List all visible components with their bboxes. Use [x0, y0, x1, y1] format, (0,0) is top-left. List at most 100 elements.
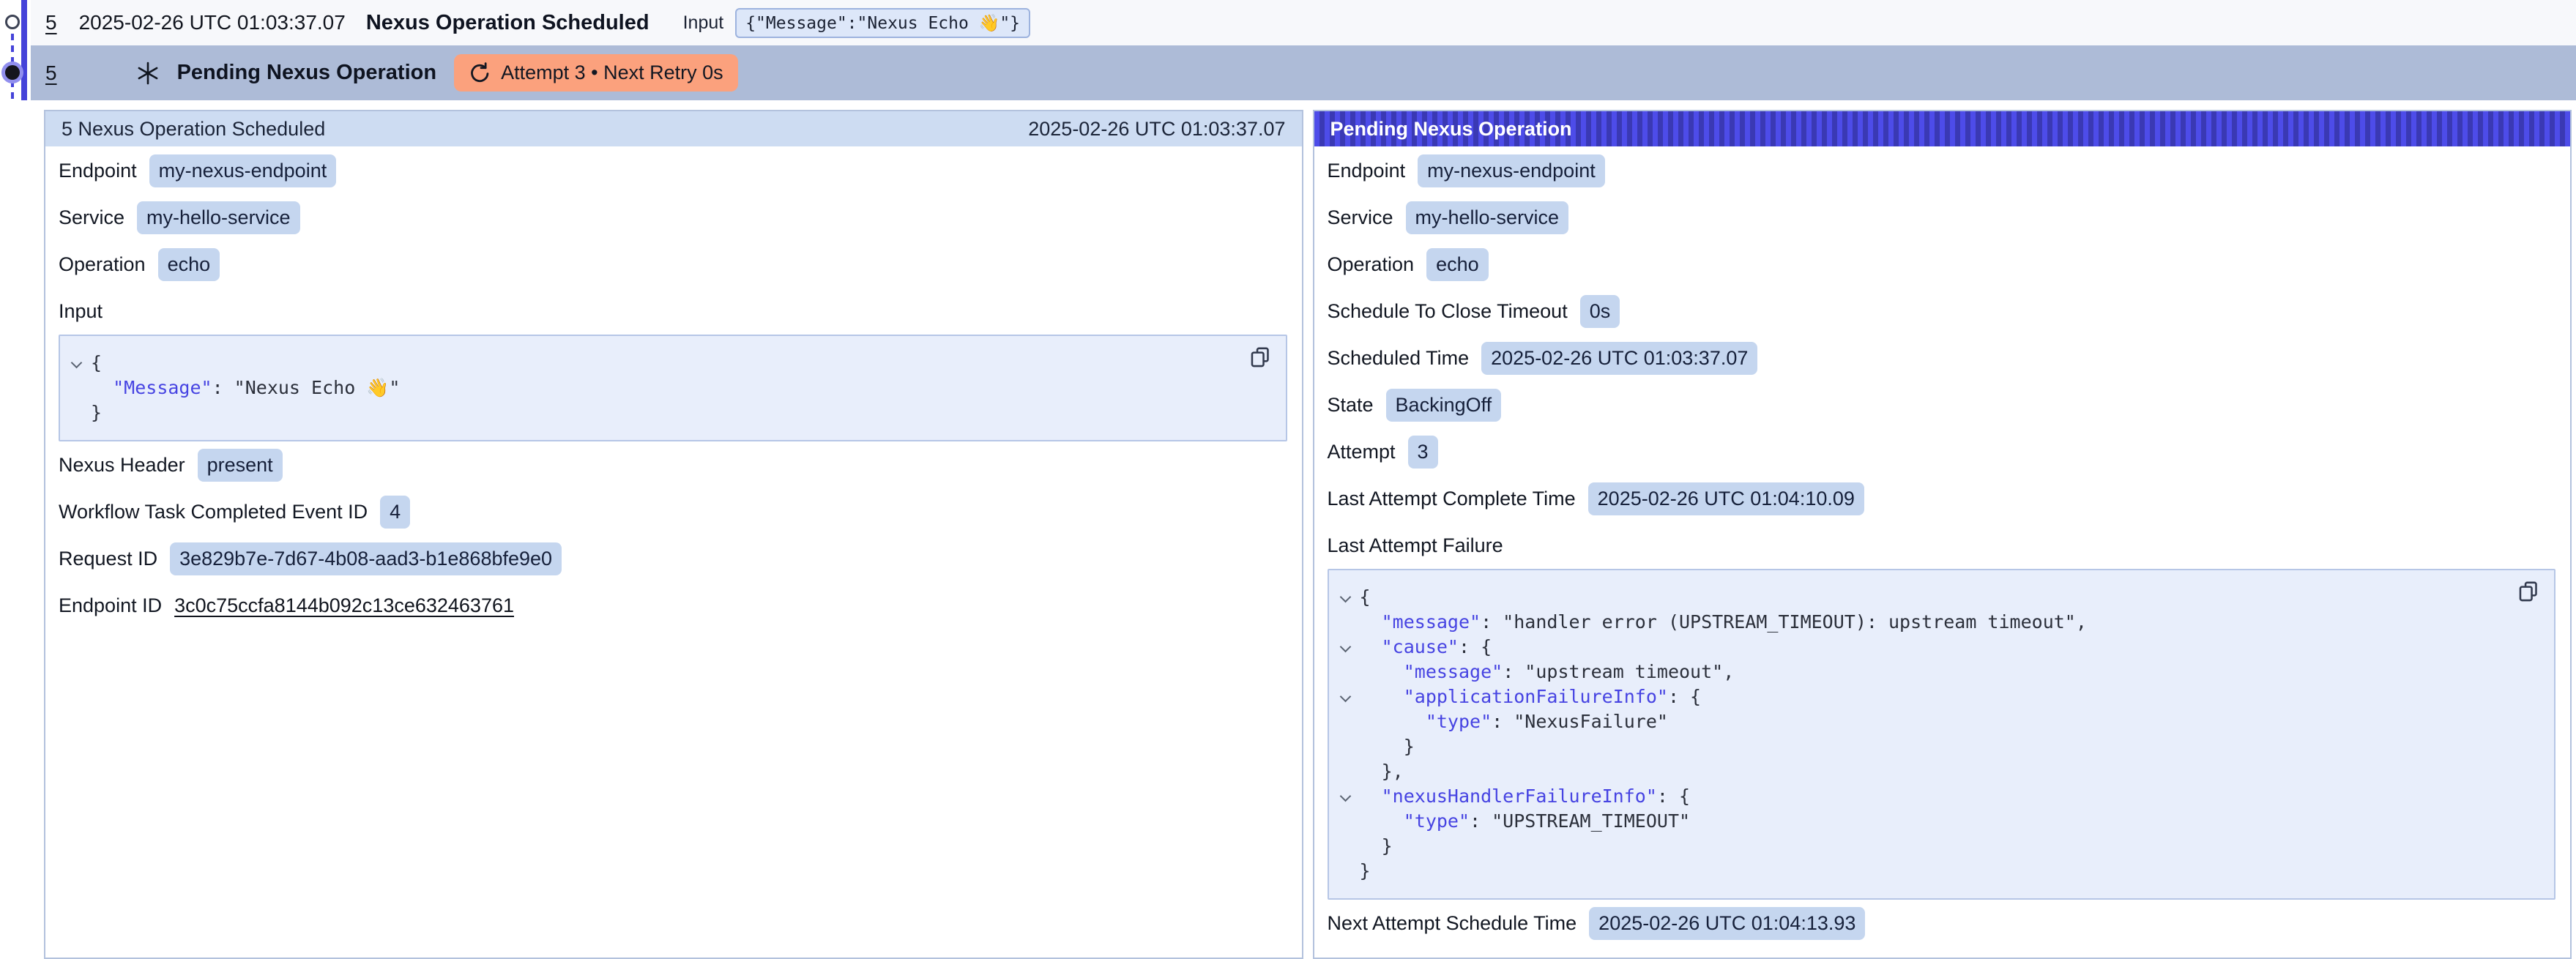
value-badge: 2025-02-26 UTC 01:03:37.07 — [1481, 342, 1757, 375]
event-id-link[interactable]: 5 — [45, 11, 57, 34]
code-text: "type": "NexusFailure" — [1360, 709, 1668, 734]
code-text: } — [1360, 734, 1415, 759]
code-gutter — [67, 376, 91, 400]
value-badge: 2025-02-26 UTC 01:04:13.93 — [1589, 907, 1865, 940]
retry-badge-label: Attempt 3 • Next Retry 0s — [501, 61, 723, 84]
code-gutter — [67, 351, 91, 376]
detail-row-state: StateBackingOff — [1328, 381, 2556, 428]
detail-row-endpoint: Endpoint my-nexus-endpoint — [1328, 147, 2556, 194]
detail-label: Input — [59, 300, 103, 323]
chevron-down-icon[interactable] — [1339, 592, 1351, 603]
detail-row-service: Service my-hello-service — [59, 194, 1287, 241]
detail-label: Schedule To Close Timeout — [1328, 300, 1568, 323]
detail-label: Last Attempt Complete Time — [1328, 488, 1576, 510]
detail-row-next-attempt-schedule-time: Next Attempt Schedule Time2025-02-26 UTC… — [1328, 900, 2556, 947]
detail-panels: 5 Nexus Operation Scheduled 2025-02-26 U… — [44, 110, 2572, 959]
code-text: "cause": { — [1360, 635, 1492, 660]
pending-operation-panel-header: Pending Nexus Operation — [1314, 111, 2571, 146]
code-gutter — [1336, 684, 1360, 709]
retry-icon — [469, 62, 491, 84]
copy-icon — [2517, 579, 2542, 604]
code-line: "cause": { — [1336, 635, 2508, 660]
code-line: } — [1336, 734, 2508, 759]
panel-timestamp: 2025-02-26 UTC 01:03:37.07 — [1028, 118, 1285, 141]
event-name: Nexus Operation Scheduled — [366, 11, 649, 35]
detail-label: Endpoint — [1328, 160, 1406, 182]
timeline-open-circle — [5, 15, 20, 29]
code-line: "type": "NexusFailure" — [1336, 709, 2508, 734]
code-gutter — [1336, 809, 1360, 834]
event-detail-panel: 5 Nexus Operation Scheduled 2025-02-26 U… — [44, 110, 1303, 959]
detail-row-endpoint: Endpoint my-nexus-endpoint — [59, 147, 1287, 194]
code-line: "message": "upstream timeout", — [1336, 660, 2508, 684]
value-badge: present — [198, 449, 283, 482]
event-input-value-pill[interactable]: {"Message":"Nexus Echo 👋"} — [735, 8, 1030, 38]
detail-label: Nexus Header — [59, 454, 185, 477]
code-text: "applicationFailureInfo": { — [1360, 684, 1702, 709]
code-line: "Message": "Nexus Echo 👋" — [67, 376, 1239, 400]
value-badge: my-hello-service — [137, 201, 300, 234]
value-badge: 3 — [1408, 436, 1438, 469]
code-line: } — [67, 400, 1239, 425]
detail-row-endpoint-id: Endpoint ID3c0c75ccfa8144b092c13ce632463… — [59, 582, 1287, 629]
code-gutter — [1336, 660, 1360, 684]
detail-label: Last Attempt Failure — [1328, 534, 1503, 557]
code-line: "message": "handler error (UPSTREAM_TIME… — [1336, 610, 2508, 635]
event-input-label: Input — [683, 12, 724, 34]
value-badge: echo — [1426, 248, 1489, 281]
code-text: } — [1360, 834, 1393, 859]
copy-button[interactable] — [1248, 345, 1274, 371]
code-text: "nexusHandlerFailureInfo": { — [1360, 784, 1691, 809]
value-link[interactable]: 3c0c75ccfa8144b092c13ce632463761 — [174, 594, 514, 617]
detail-row-operation: Operation echo — [59, 241, 1287, 288]
event-detail-panel-header: 5 Nexus Operation Scheduled 2025-02-26 U… — [45, 111, 1302, 146]
detail-row-input: Input — [59, 288, 1287, 335]
timeline-rail — [0, 0, 31, 102]
pending-id-link[interactable]: 5 — [45, 61, 57, 85]
code-line: }, — [1336, 759, 2508, 784]
chevron-down-icon[interactable] — [1339, 641, 1351, 653]
event-timestamp: 2025-02-26 UTC 01:03:37.07 — [79, 11, 346, 34]
code-block-input: { "Message": "Nexus Echo 👋"} — [59, 335, 1287, 441]
detail-label: Service — [59, 206, 124, 229]
code-text: "message": "upstream timeout", — [1360, 660, 1735, 684]
detail-row-scheduled-time: Scheduled Time 2025-02-26 UTC 01:03:37.07 — [1328, 335, 2556, 381]
pending-operation-panel: Pending Nexus Operation Endpoint my-nexus… — [1313, 110, 2572, 959]
event-row[interactable]: 5 2025-02-26 UTC 01:03:37.07 Nexus Opera… — [31, 0, 2576, 45]
chevron-down-icon[interactable] — [1339, 691, 1351, 703]
detail-label: Operation — [59, 253, 146, 276]
code-line: { — [67, 351, 1239, 376]
code-gutter — [1336, 709, 1360, 734]
code-text: "Message": "Nexus Echo 👋" — [91, 376, 400, 400]
value-badge: my-nexus-endpoint — [1418, 154, 1605, 187]
detail-row-request-id: Request ID3e829b7e-7d67-4b08-aad3-b1e868… — [59, 535, 1287, 582]
code-line: } — [1336, 859, 2508, 884]
copy-icon — [1248, 345, 1273, 370]
detail-row-schedule-to-close-timeout: Schedule To Close Timeout 0s — [1328, 288, 2556, 335]
detail-label: Endpoint — [59, 160, 137, 182]
code-gutter — [1336, 834, 1360, 859]
timeline-filled-circle — [5, 65, 20, 80]
detail-label: Scheduled Time — [1328, 347, 1470, 370]
detail-row-service: Servicemy-hello-service — [1328, 194, 2556, 241]
code-text: } — [91, 400, 102, 425]
chevron-down-icon[interactable] — [1339, 791, 1351, 802]
code-text: "type": "UPSTREAM_TIMEOUT" — [1360, 809, 1691, 834]
value-badge: my-nexus-endpoint — [149, 154, 337, 187]
pending-title: Pending Nexus Operation — [177, 61, 437, 85]
pending-operation-row[interactable]: 5 Pending Nexus Operation Attempt 3 • Ne… — [31, 45, 2576, 100]
event-detail-panel-body: Endpoint my-nexus-endpoint Service my-hello… — [45, 146, 1302, 629]
chevron-down-icon[interactable] — [71, 357, 83, 369]
panel-title: Pending Nexus Operation — [1330, 118, 1572, 141]
value-badge: 2025-02-26 UTC 01:04:10.09 — [1588, 482, 1864, 515]
copy-button[interactable] — [2516, 579, 2542, 605]
code-gutter — [1336, 635, 1360, 660]
value-badge: 0s — [1580, 295, 1620, 328]
detail-row-last-attempt-complete-time: Last Attempt Complete Time 2025-02-26 UTC… — [1328, 475, 2556, 522]
code-gutter — [1336, 859, 1360, 884]
value-badge: echo — [158, 248, 220, 281]
code-line: "type": "UPSTREAM_TIMEOUT" — [1336, 809, 2508, 834]
detail-row-last-attempt-failure: Last Attempt Failure — [1328, 522, 2556, 569]
code-gutter — [1336, 759, 1360, 784]
code-text: } — [1360, 859, 1371, 884]
